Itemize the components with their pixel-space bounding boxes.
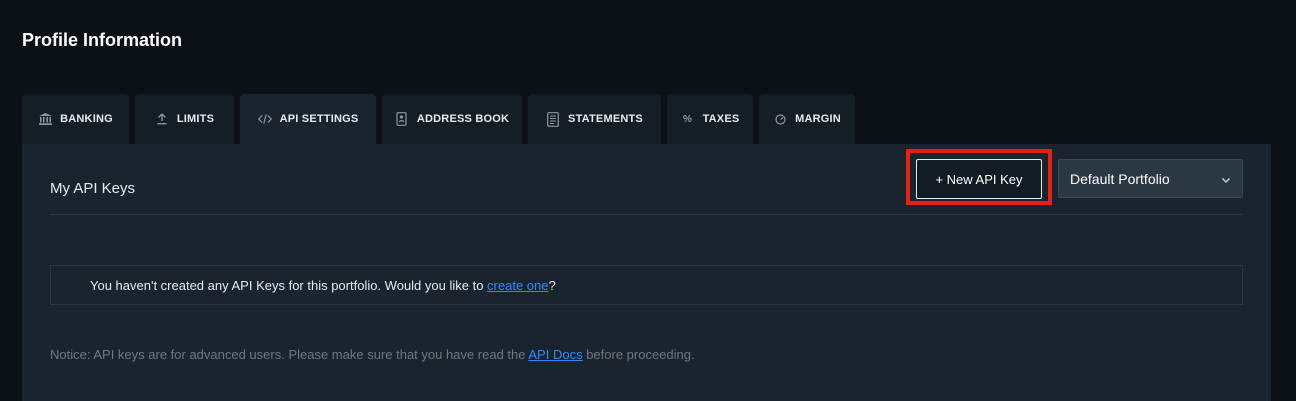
tab-api-settings[interactable]: API SETTINGS	[240, 94, 376, 144]
tab-limits[interactable]: LIMITS	[135, 94, 234, 144]
tab-label: STATEMENTS	[568, 113, 643, 125]
section-title: My API Keys	[50, 180, 136, 197]
tab-taxes[interactable]: % TAXES	[667, 94, 753, 144]
api-docs-link[interactable]: API Docs	[528, 347, 582, 362]
tab-statements[interactable]: STATEMENTS	[528, 94, 661, 144]
tab-banking[interactable]: BANKING	[22, 94, 129, 144]
document-icon	[546, 111, 560, 127]
upload-arrow-icon	[155, 112, 169, 126]
api-settings-panel: My API Keys + New API Key Default Portfo…	[22, 144, 1271, 401]
address-book-icon	[395, 112, 409, 126]
tab-label: API SETTINGS	[279, 113, 359, 125]
empty-message-suffix: ?	[548, 277, 556, 293]
create-one-link[interactable]: create one	[487, 278, 548, 293]
percent-icon: %	[683, 113, 693, 125]
gauge-icon	[773, 112, 787, 126]
tab-label: BANKING	[60, 113, 113, 125]
notice-suffix: before proceeding.	[582, 347, 695, 362]
tab-label: LIMITS	[176, 113, 215, 125]
empty-message-text: You haven't created any API Keys for thi…	[90, 278, 556, 293]
empty-message-prefix: You haven't created any API Keys for thi…	[90, 277, 488, 293]
new-api-key-button[interactable]: + New API Key	[916, 159, 1042, 199]
bank-icon	[38, 112, 52, 126]
page-title: Profile Information	[22, 30, 183, 50]
divider	[50, 214, 1243, 215]
portfolio-select[interactable]: Default Portfolio	[1058, 159, 1243, 198]
notice-prefix: Notice: API keys are for advanced users.…	[50, 347, 529, 362]
tab-margin[interactable]: MARGIN	[759, 94, 855, 144]
empty-state-message: You haven't created any API Keys for thi…	[50, 265, 1243, 305]
notice-text: Notice: API keys are for advanced users.…	[50, 347, 695, 362]
tab-label: TAXES	[702, 113, 740, 125]
tab-label: MARGIN	[795, 113, 841, 125]
portfolio-select-value: Default Portfolio	[1070, 170, 1170, 187]
code-icon	[257, 112, 272, 126]
tab-address-book[interactable]: ADDRESS BOOK	[382, 94, 522, 144]
chevron-down-icon	[1220, 173, 1232, 185]
tab-label: ADDRESS BOOK	[416, 113, 510, 125]
